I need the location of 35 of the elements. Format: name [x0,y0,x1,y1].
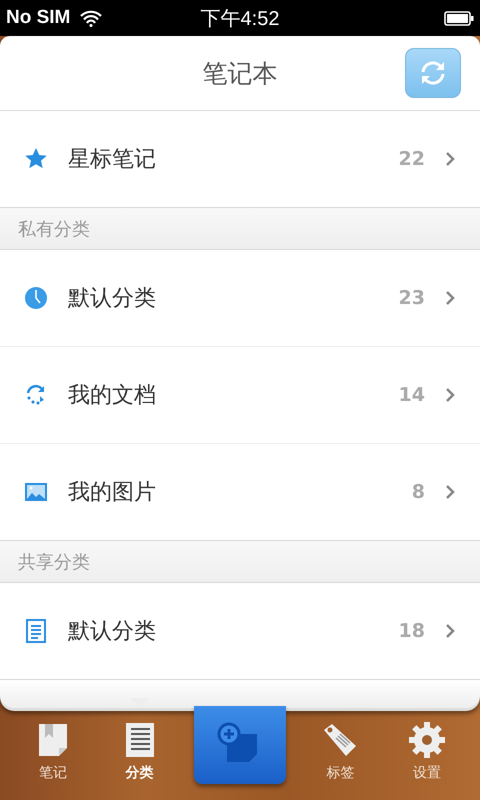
category-label: 我的图片 [68,479,157,507]
category-label: 星标笔记 [68,146,157,174]
note-count: 14 [398,384,425,406]
sync-button[interactable] [405,48,461,98]
section-title: 私有分类 [18,218,90,240]
tab-item[interactable]: 笔记 [21,720,86,782]
note-count: 22 [398,148,425,170]
section-title: 共享分类 [18,550,90,574]
chevron-icon [445,290,456,306]
clock-icon [24,286,48,310]
star-icon [24,147,48,171]
tab-item[interactable]: 分类 [108,720,172,782]
compose-button[interactable] [194,706,286,784]
tab-item[interactable]: 设置 [394,720,459,782]
chevron-icon [445,151,456,167]
wifi-icon [80,10,102,26]
category-label: 默认分类 [68,285,157,313]
carrier-label: No SIM [6,7,70,29]
category-label: 默认分类 [68,618,157,646]
chevron-icon [445,623,456,639]
category-row[interactable]: 我的文档 14 [0,347,480,444]
image-icon [24,480,48,504]
category-row[interactable]: 默认分类 23 [0,250,480,347]
category-label: 我的文档 [68,382,157,410]
chevron-icon [445,484,456,500]
battery-icon [444,10,474,26]
note-count: 18 [398,620,425,642]
chevron-icon [445,387,456,403]
tab-item[interactable]: 标签 [308,720,372,782]
note-count: 8 [412,481,425,503]
document-icon [24,619,48,643]
note-count: 23 [398,287,425,309]
status-time: 下午4:52 [200,6,280,32]
settings-icon [406,720,447,760]
screen-title: 笔记本 [202,58,278,90]
